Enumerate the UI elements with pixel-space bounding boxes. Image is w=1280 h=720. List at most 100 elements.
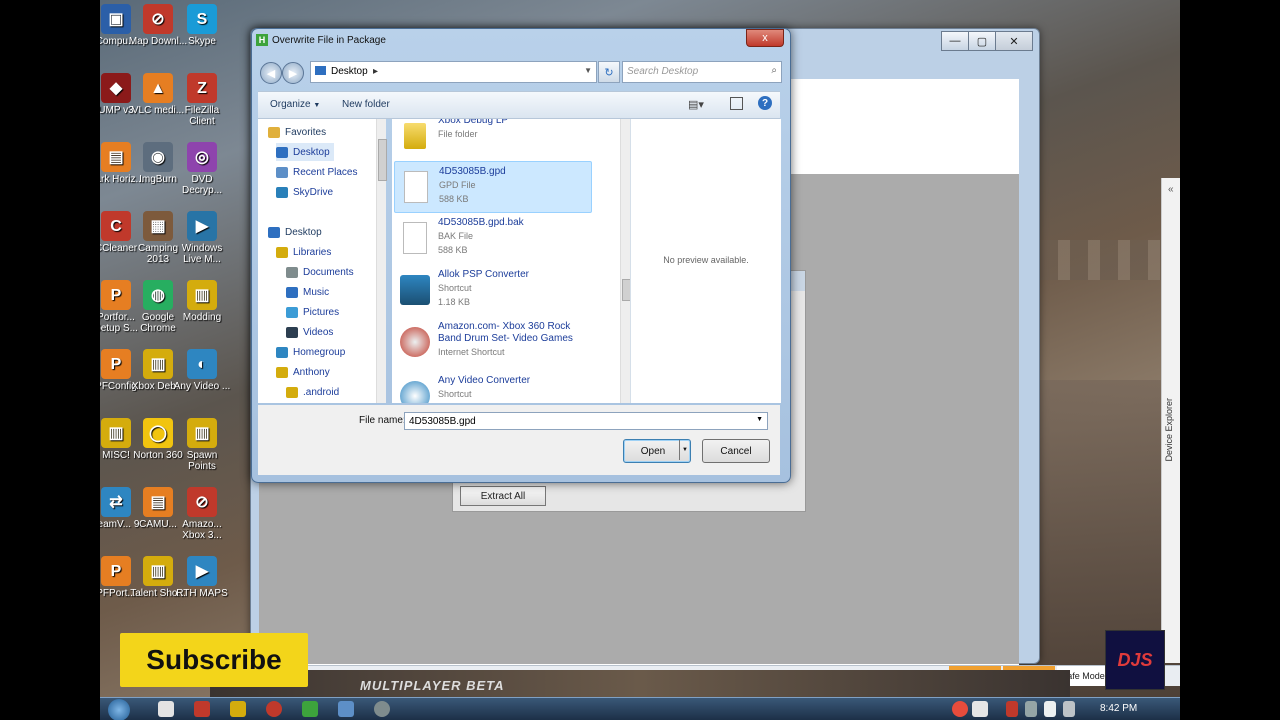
- nav-item[interactable]: Homegroup: [276, 343, 345, 361]
- file-name: Any Video Converter: [438, 375, 531, 386]
- nav-item-label: Favorites: [285, 126, 327, 138]
- address-dropdown-icon[interactable]: ▼: [584, 66, 592, 75]
- nav-item[interactable]: Music: [286, 283, 329, 301]
- desktop-app-icon: ⊘: [187, 487, 217, 517]
- forward-button[interactable]: ▶: [282, 62, 304, 84]
- desktop-app-icon: ▤: [143, 487, 173, 517]
- organize-menu[interactable]: Organize ▼: [270, 99, 320, 110]
- window-taskbar-icon[interactable]: [338, 701, 354, 717]
- nav-item[interactable]: Videos: [286, 323, 333, 341]
- desktop-icon[interactable]: ▥ Modding: [172, 280, 232, 350]
- refresh-icon[interactable]: ↻: [598, 61, 620, 83]
- file-name-input[interactable]: 4D53085B.gpd ▼: [404, 412, 768, 430]
- desktop-app-icon: ◐: [187, 349, 217, 379]
- file-name-dropdown-icon[interactable]: ▼: [756, 416, 763, 423]
- nav-item-label: Documents: [303, 266, 354, 278]
- network-icon[interactable]: [1025, 701, 1037, 717]
- tray-app-icon[interactable]: [1006, 701, 1018, 717]
- desktop-icon-label: Spawn Points: [186, 450, 218, 472]
- desktop-app-icon: P: [101, 556, 131, 586]
- desktop-icon[interactable]: ◎ DVD Decryp...: [172, 142, 232, 212]
- desktop-app-icon: ▥: [187, 418, 217, 448]
- nav-item[interactable]: Desktop: [276, 143, 334, 161]
- help-icon[interactable]: ?: [758, 96, 772, 110]
- nav-item-icon: [286, 386, 298, 398]
- breadcrumb-chevron-icon[interactable]: ▸: [373, 66, 378, 77]
- nav-item[interactable]: .android: [286, 383, 339, 401]
- record-icon[interactable]: [952, 701, 968, 717]
- file-type-icon: [398, 377, 432, 403]
- desktop-icon[interactable]: S Skype: [172, 4, 232, 74]
- nav-item[interactable]: Recent Places: [276, 163, 357, 181]
- nav-item[interactable]: SkyDrive: [276, 183, 333, 201]
- desktop-icon[interactable]: ⊘ Amazo... Xbox 3...: [172, 487, 232, 557]
- maximize-button[interactable]: ▢: [968, 31, 996, 51]
- start-button[interactable]: [108, 699, 130, 720]
- nav-item[interactable]: Pictures: [286, 303, 339, 321]
- search-input[interactable]: Search Desktop ⌕: [622, 61, 782, 83]
- nav-item[interactable]: Desktop: [268, 223, 322, 241]
- file-item[interactable]: Allok PSP Converter Shortcut 1.18 KB: [394, 265, 590, 315]
- minimize-button[interactable]: —: [941, 31, 969, 51]
- window-controls: — ▢ ✕: [941, 29, 1033, 51]
- back-button[interactable]: ◀: [260, 62, 282, 84]
- folder-taskbar-icon[interactable]: [230, 701, 246, 717]
- taskbar: 8:42 PM: [100, 697, 1180, 720]
- open-dropdown-icon[interactable]: ▼: [679, 440, 690, 460]
- nav-item-icon: [286, 266, 298, 278]
- nav-item-label: Anthony: [293, 366, 330, 378]
- file-item[interactable]: Amazon.com- Xbox 360 Rock Band Drum Set-…: [394, 317, 590, 367]
- nav-item-label: Music: [303, 286, 330, 298]
- desktop-icon-label: Any Video ...: [173, 381, 231, 392]
- desktop-icon[interactable]: ▶ Windows Live M...: [172, 211, 232, 281]
- file-item[interactable]: Xbox Debug LP File folder: [394, 119, 590, 161]
- desktop-icon[interactable]: Z FileZilla Client: [172, 73, 232, 143]
- nav-item-icon: [286, 286, 298, 298]
- settings-taskbar-icon[interactable]: [374, 701, 390, 717]
- video-strip: MULTIPLAYER BETA: [210, 670, 1070, 697]
- folder-icon: [404, 123, 426, 149]
- new-folder-button[interactable]: New folder: [342, 99, 390, 110]
- file-scrollbar[interactable]: [620, 119, 631, 403]
- nav-item-label: .android: [303, 386, 340, 398]
- desktop-app-icon: ◉: [143, 142, 173, 172]
- dialog-close-button[interactable]: x: [746, 29, 784, 47]
- nav-scroll-thumb[interactable]: [378, 139, 387, 181]
- tray-icon[interactable]: [972, 701, 988, 717]
- media-taskbar-icon[interactable]: [266, 701, 282, 717]
- clock[interactable]: 8:42 PM: [1100, 703, 1137, 714]
- horizon-taskbar-icon[interactable]: [302, 701, 318, 717]
- close-window-button[interactable]: ✕: [995, 31, 1033, 51]
- cancel-button[interactable]: Cancel: [702, 439, 770, 463]
- chevron-down-icon: ▼: [313, 102, 321, 109]
- nav-item[interactable]: Favorites: [268, 123, 326, 141]
- preview-pane-icon[interactable]: [730, 97, 743, 110]
- device-explorer-panel[interactable]: « Device Explorer: [1161, 178, 1180, 663]
- nav-item[interactable]: Anthony: [276, 363, 330, 381]
- nav-item[interactable]: Documents: [286, 263, 354, 281]
- file-type: Shortcut: [438, 389, 472, 399]
- file-item[interactable]: 4D53085B.gpd GPD File 588 KB: [394, 161, 592, 213]
- pdf-taskbar-icon[interactable]: [194, 701, 210, 717]
- desktop-icon[interactable]: ◐ Any Video ...: [172, 349, 232, 419]
- file-icon: [404, 171, 428, 203]
- desktop-app-icon: ▥: [143, 556, 173, 586]
- volume-icon[interactable]: [1044, 701, 1056, 717]
- file-item[interactable]: 4D53085B.gpd.bak BAK File 588 KB: [394, 213, 590, 263]
- address-bar[interactable]: Desktop ▸ ▼: [310, 61, 597, 83]
- file-item[interactable]: Any Video Converter Shortcut: [394, 371, 590, 403]
- open-button[interactable]: Open ▼: [623, 439, 691, 463]
- subscribe-banner[interactable]: Subscribe: [120, 633, 308, 687]
- desktop-icon[interactable]: ▶ RTH MAPS: [172, 556, 232, 626]
- nav-scrollbar[interactable]: [376, 119, 387, 403]
- search-icon[interactable]: ⌕: [771, 65, 777, 76]
- view-options-icon[interactable]: ▤▾: [688, 98, 704, 111]
- nav-item-label: Desktop: [285, 226, 322, 238]
- desktop-app-icon: ◯: [143, 418, 173, 448]
- collapse-icon[interactable]: «: [1168, 184, 1174, 195]
- signal-icon[interactable]: [1063, 701, 1075, 717]
- desktop-icon[interactable]: ▥ Spawn Points: [172, 418, 232, 488]
- extract-all-button[interactable]: Extract All: [460, 486, 546, 506]
- explorer-taskbar-icon[interactable]: [158, 701, 174, 717]
- nav-item[interactable]: Libraries: [276, 243, 331, 261]
